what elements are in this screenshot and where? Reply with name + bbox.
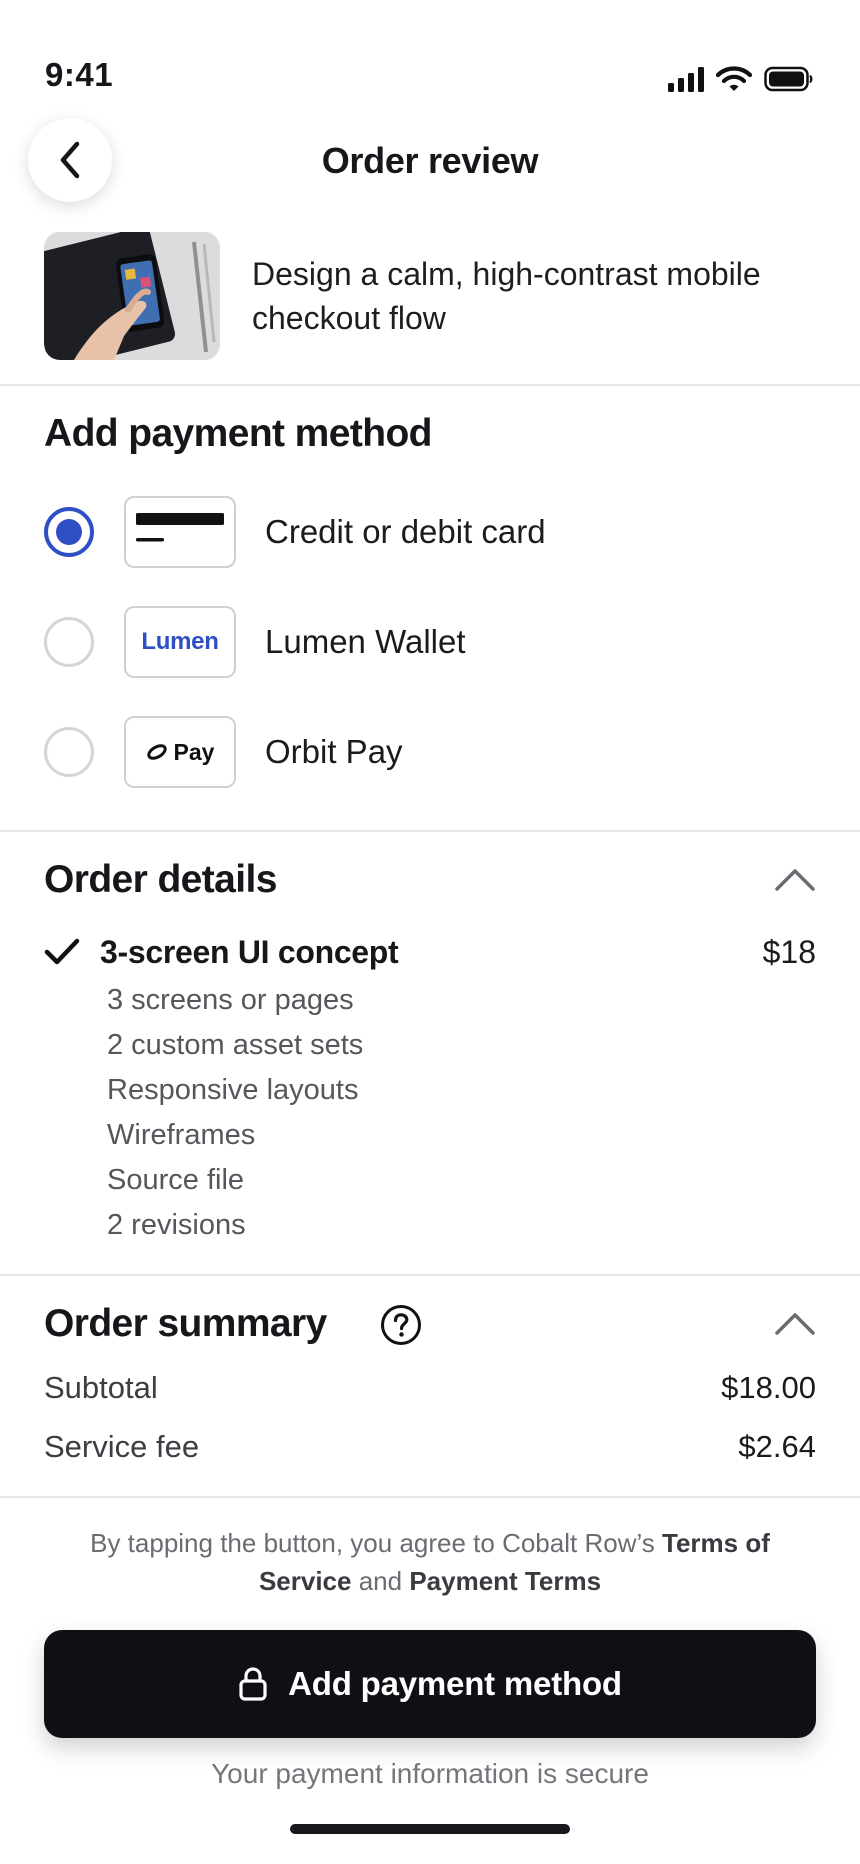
gig-title: Design a calm, high-contrast mobile chec…: [252, 256, 761, 336]
payment-option-card[interactable]: Credit or debit card: [44, 496, 824, 568]
feature-list: 3 screens or pages 2 custom asset sets R…: [107, 980, 363, 1250]
orbit-link-icon: [146, 744, 167, 760]
divider: [0, 830, 860, 832]
payment-option-label: Credit or debit card: [265, 513, 546, 550]
payment-terms-link[interactable]: Payment Terms: [409, 1566, 601, 1596]
cta-label: Add payment method: [288, 1665, 622, 1702]
chevron-up-icon[interactable]: [774, 866, 816, 892]
feature-item: 2 custom asset sets: [107, 1029, 364, 1061]
lumen-logo: Lumen: [124, 606, 236, 678]
secure-note: Your payment information is secure: [211, 1758, 649, 1789]
package-row: 3-screen UI concept $18: [44, 930, 816, 974]
order-summary-heading: Order summary: [44, 1302, 327, 1345]
orbit-logo: Pay: [124, 716, 236, 788]
feature-item: 2 revisions: [107, 1209, 246, 1241]
feature-item: Source file: [107, 1164, 245, 1196]
add-payment-method-button[interactable]: Add payment method: [44, 1630, 816, 1738]
gig-summary: Design a calm, high-contrast mobile chec…: [44, 232, 816, 360]
summary-label: Subtotal: [44, 1370, 158, 1405]
summary-value: $2.64: [738, 1429, 816, 1464]
orbit-logo-text: Pay: [173, 738, 215, 765]
summary-row-service-fee: Service fee $2.64: [44, 1425, 816, 1469]
legal-prefix: By tapping the button, you agree to Coba…: [90, 1528, 655, 1558]
radio-card[interactable]: [44, 507, 94, 557]
card-logo: [124, 496, 236, 568]
summary-value: $18.00: [721, 1370, 816, 1405]
home-indicator: [290, 1824, 570, 1834]
payment-option-label: Orbit Pay: [265, 733, 403, 770]
legal-text: By tapping the button, you agree to Coba…: [50, 1524, 810, 1600]
package-price: $18: [762, 933, 816, 970]
summary-row-subtotal: Subtotal $18.00: [44, 1366, 816, 1410]
page-title: Order review: [321, 140, 539, 181]
card-icon: [136, 513, 224, 542]
status-bar: 9:41: [0, 0, 860, 110]
feature-item: Responsive layouts: [107, 1074, 359, 1106]
feature-item: 3 screens or pages: [107, 984, 354, 1016]
payment-option-label: Lumen Wallet: [265, 623, 466, 660]
checkmark-icon: [44, 938, 80, 965]
nav-bar: Order review: [0, 110, 860, 210]
signal-icon: [668, 66, 704, 92]
lumen-logo-text: Lumen: [141, 628, 219, 655]
battery-icon: [764, 66, 813, 92]
feature-item: Wireframes: [107, 1119, 256, 1151]
payment-option-lumen[interactable]: Lumen Lumen Wallet: [44, 606, 824, 678]
payment-heading: Add payment method: [44, 412, 432, 455]
order-details-heading: Order details: [44, 858, 277, 901]
summary-label: Service fee: [44, 1429, 200, 1464]
wifi-icon: [716, 66, 752, 91]
chevron-up-icon[interactable]: [774, 1310, 816, 1336]
radio-lumen[interactable]: [44, 617, 94, 667]
package-name: 3-screen UI concept: [100, 933, 399, 970]
legal-and: and: [358, 1566, 403, 1596]
status-time: 9:41: [45, 56, 114, 93]
lock-icon: [239, 1667, 267, 1701]
payment-option-orbit[interactable]: Pay Orbit Pay: [44, 716, 824, 788]
divider: [0, 384, 860, 386]
help-icon[interactable]: [380, 1304, 422, 1346]
divider: [0, 1274, 860, 1276]
status-icons: [668, 64, 814, 92]
gig-thumbnail: [44, 232, 220, 360]
radio-orbit[interactable]: [44, 727, 94, 777]
